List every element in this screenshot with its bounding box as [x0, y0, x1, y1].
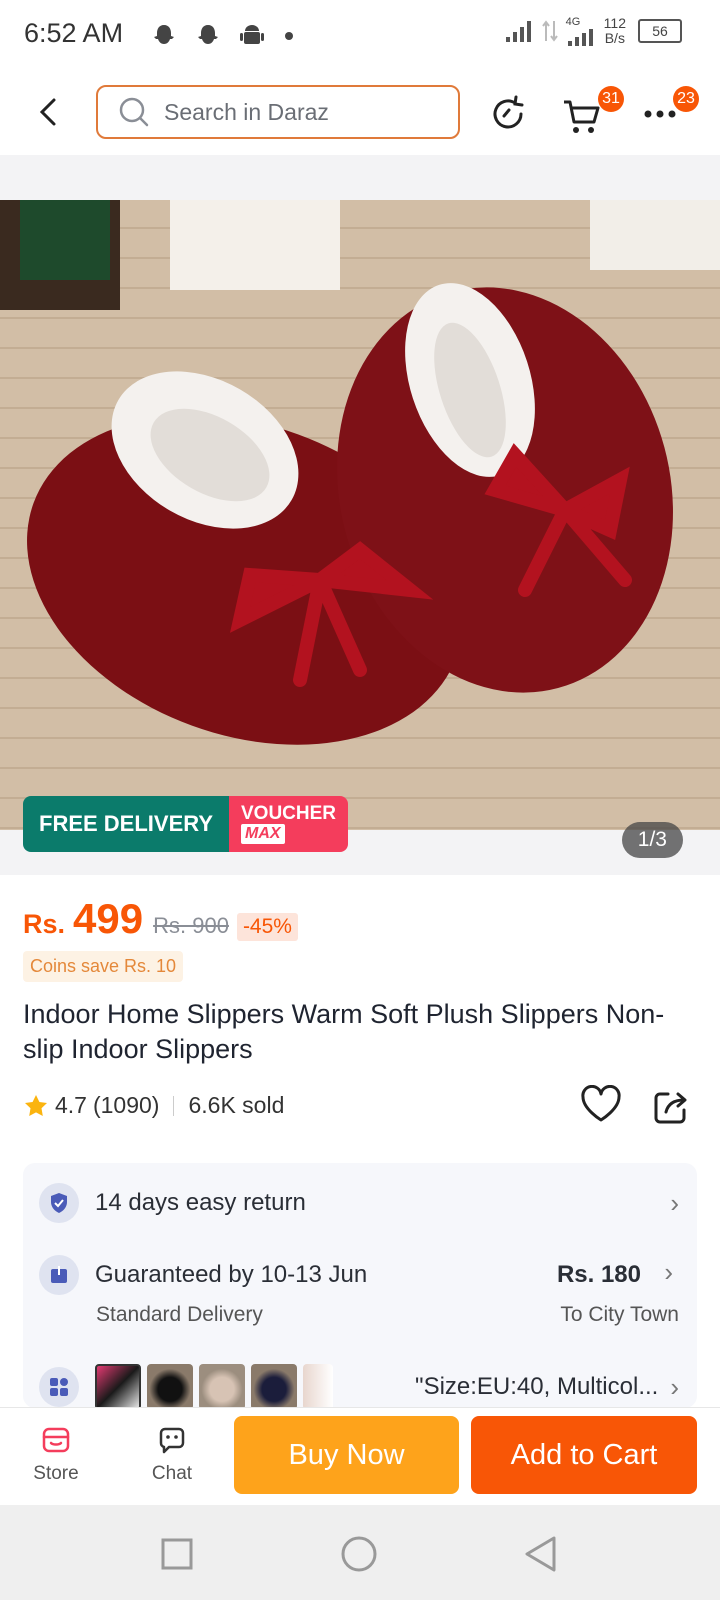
service-info-card: 14 days easy return › Guaranteed by 10-1… — [23, 1163, 697, 1411]
discount-badge: -45% — [236, 913, 298, 941]
more-badge: 23 — [673, 86, 699, 112]
variant-thumbnail[interactable] — [95, 1364, 141, 1410]
delivery-subtitle: Standard Delivery — [96, 1303, 263, 1326]
history-icon — [493, 95, 524, 129]
variant-thumbnail[interactable] — [147, 1364, 193, 1410]
status-bar: 6:52 AM 4G 112 B/s 56 — [0, 0, 720, 72]
back-nav-button[interactable] — [522, 1535, 558, 1578]
android-icon — [240, 25, 264, 44]
battery-icon: 56 — [638, 19, 682, 43]
heart-icon — [581, 1084, 621, 1122]
delivery-destination: To City Town — [560, 1303, 679, 1326]
history-button[interactable] — [488, 94, 532, 138]
wishlist-button[interactable] — [580, 1084, 622, 1128]
sold-count: 6.6K sold — [188, 1092, 285, 1118]
store-icon — [42, 1427, 70, 1453]
product-image[interactable] — [0, 200, 720, 830]
search-input[interactable]: Search in Daraz — [96, 85, 460, 139]
max-text: MAX — [241, 824, 285, 844]
search-placeholder: Search in Daraz — [164, 98, 329, 125]
delivery-icon — [39, 1255, 79, 1295]
store-label: Store — [33, 1463, 79, 1484]
cart-badge: 31 — [598, 86, 624, 112]
gallery-top-band — [0, 155, 720, 200]
system-nav-bar — [0, 1505, 720, 1600]
variant-thumbnail[interactable] — [251, 1364, 297, 1410]
return-text: 14 days easy return — [95, 1189, 306, 1216]
variant-thumbnails — [95, 1364, 333, 1410]
variant-grid-icon — [39, 1367, 79, 1407]
variant-thumbnail[interactable] — [199, 1364, 245, 1410]
net-speed: 112 — [603, 15, 626, 31]
chat-icon — [159, 1427, 185, 1454]
price-row: Rs. 499 Rs. 900 -45% — [23, 895, 298, 943]
star-icon — [25, 1094, 47, 1116]
chat-button[interactable]: Chat — [132, 1425, 212, 1485]
notification-icons — [150, 22, 296, 50]
image-pager: 1/3 — [621, 822, 683, 858]
rating-row[interactable]: 4.7 (1090) 6.6K sold — [23, 1092, 284, 1119]
home-button[interactable] — [340, 1535, 378, 1578]
dot-icon — [285, 32, 293, 40]
triangle-back-icon — [525, 1536, 556, 1572]
store-button[interactable]: Store — [16, 1425, 96, 1485]
signal-icon — [505, 21, 531, 42]
share-button[interactable] — [652, 1088, 690, 1131]
back-arrow-icon — [39, 98, 56, 126]
slippers-image — [0, 200, 720, 830]
variant-thumbnail[interactable] — [303, 1364, 333, 1410]
status-time: 6:52 AM — [24, 18, 124, 48]
promo-banner: FREE DELIVERY VOUCHER MAX — [23, 796, 349, 852]
shield-icon — [39, 1183, 79, 1223]
original-price: Rs. 900 — [153, 913, 229, 938]
rating-count: (1090) — [92, 1092, 160, 1118]
share-icon — [654, 1092, 687, 1124]
network-type: 4G — [565, 16, 581, 28]
data-arrows-icon — [541, 20, 558, 42]
variant-text: "Size:EU:40, Multicol... — [415, 1373, 659, 1400]
chevron-right-icon: › — [670, 1187, 679, 1218]
circle-icon — [341, 1536, 377, 1572]
battery-level: 56 — [652, 23, 668, 39]
chevron-right-icon: › — [664, 1257, 673, 1287]
net-speed-unit: B/s — [604, 30, 625, 46]
snapchat-icon — [198, 25, 218, 44]
add-to-cart-button[interactable]: Add to Cart — [471, 1416, 697, 1494]
product-title: Indoor Home Slippers Warm Soft Plush Sli… — [23, 999, 665, 1064]
price-value: 499 — [73, 895, 144, 942]
divider — [173, 1095, 175, 1116]
square-icon — [161, 1538, 193, 1570]
system-status: 4G 112 B/s 56 — [504, 16, 682, 46]
coins-save-badge[interactable]: Coins save Rs. 10 — [23, 951, 184, 982]
free-delivery-label: FREE DELIVERY — [23, 796, 229, 852]
recents-button[interactable] — [160, 1537, 194, 1576]
voucher-max-label: VOUCHER MAX — [229, 796, 349, 852]
snapchat-icon — [154, 25, 174, 44]
delivery-title: Guaranteed by 10-13 Jun — [95, 1261, 368, 1288]
buy-now-button[interactable]: Buy Now — [234, 1416, 459, 1494]
price-currency: Rs. — [23, 909, 66, 939]
chat-label: Chat — [151, 1463, 193, 1484]
rating-value: 4.7 — [55, 1092, 87, 1118]
delivery-price: Rs. 180 — [556, 1261, 641, 1288]
delivery-row[interactable]: Guaranteed by 10-13 Jun Standard Deliver… — [39, 1255, 679, 1339]
back-button[interactable] — [28, 92, 68, 132]
signal-icon — [567, 29, 593, 46]
chevron-right-icon: › — [670, 1371, 679, 1402]
search-icon — [119, 97, 149, 127]
voucher-text: VOUCHER — [241, 803, 337, 824]
return-policy-row[interactable]: 14 days easy return › — [39, 1181, 679, 1225]
variant-row[interactable]: "Size:EU:40, Multicol... › — [39, 1363, 679, 1411]
